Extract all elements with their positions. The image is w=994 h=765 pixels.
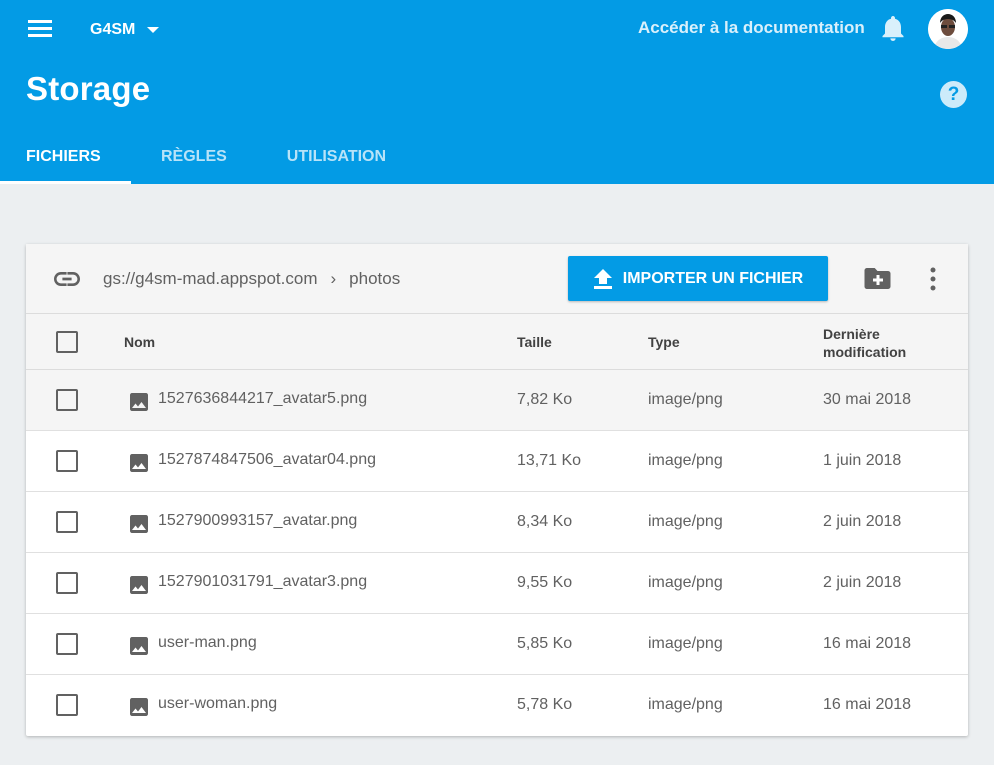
- menu-icon[interactable]: [26, 18, 56, 40]
- column-size[interactable]: Taille: [517, 334, 552, 350]
- image-icon: [130, 393, 148, 411]
- help-icon[interactable]: ?: [940, 81, 967, 108]
- file-modified: 2 juin 2018: [823, 574, 902, 591]
- tab-files[interactable]: FICHIERS: [0, 130, 131, 184]
- column-type[interactable]: Type: [648, 334, 680, 350]
- table-row[interactable]: 1527901031791_avatar3.png 9,55 Ko image/…: [26, 553, 968, 614]
- file-size: 5,78 Ko: [517, 696, 573, 713]
- project-name: G4SM: [90, 21, 136, 38]
- link-icon: [54, 272, 80, 286]
- image-icon: [130, 576, 148, 594]
- file-type: image/png: [648, 391, 723, 408]
- file-type: image/png: [648, 452, 723, 469]
- column-modified-line2: modification: [823, 344, 907, 360]
- file-type: image/png: [648, 696, 723, 713]
- file-name[interactable]: user-woman.png: [158, 695, 277, 713]
- image-icon: [130, 515, 148, 533]
- file-type: image/png: [648, 574, 723, 591]
- row-checkbox[interactable]: [56, 511, 78, 533]
- table-row[interactable]: user-man.png 5,85 Ko image/png 16 mai 20…: [26, 614, 968, 675]
- table-header: Nom Taille Type Dernière modification: [26, 314, 968, 370]
- documentation-link[interactable]: Accéder à la documentation: [638, 18, 865, 38]
- row-checkbox[interactable]: [56, 633, 78, 655]
- file-name[interactable]: 1527901031791_avatar3.png: [158, 573, 367, 591]
- column-name[interactable]: Nom: [124, 334, 155, 350]
- file-type: image/png: [648, 513, 723, 530]
- table-row[interactable]: 1527874847506_avatar04.png 13,71 Ko imag…: [26, 431, 968, 492]
- file-name[interactable]: 1527636844217_avatar5.png: [158, 390, 367, 408]
- column-modified[interactable]: Dernière modification: [823, 325, 906, 361]
- upload-file-button[interactable]: IMPORTER UN FICHIER: [568, 256, 828, 301]
- files-toolbar: gs://g4sm-mad.appspot.com › photos IMPOR…: [26, 244, 968, 314]
- upload-icon: [593, 268, 612, 289]
- file-name[interactable]: 1527900993157_avatar.png: [158, 512, 357, 530]
- row-checkbox[interactable]: [56, 389, 78, 411]
- image-icon: [130, 698, 148, 716]
- image-icon: [130, 637, 148, 655]
- column-modified-line1: Dernière: [823, 326, 880, 342]
- chevron-down-icon: [147, 27, 160, 33]
- row-checkbox[interactable]: [56, 450, 78, 472]
- chevron-right-icon: ›: [330, 269, 337, 288]
- file-name[interactable]: 1527874847506_avatar04.png: [158, 451, 376, 469]
- bell-icon[interactable]: [881, 16, 905, 42]
- file-modified: 16 mai 2018: [823, 696, 912, 713]
- avatar-image: [928, 9, 968, 49]
- file-modified: 1 juin 2018: [823, 452, 902, 469]
- file-name[interactable]: user-man.png: [158, 634, 257, 652]
- app-header: G4SM Accéder à la documentation Storage …: [0, 0, 994, 184]
- file-size: 5,85 Ko: [517, 635, 573, 652]
- table-row[interactable]: 1527636844217_avatar5.png 7,82 Ko image/…: [26, 370, 968, 431]
- table-row[interactable]: user-woman.png 5,78 Ko image/png 16 mai …: [26, 675, 968, 736]
- file-modified: 2 juin 2018: [823, 513, 902, 530]
- file-modified: 16 mai 2018: [823, 635, 912, 652]
- create-folder-icon[interactable]: [864, 266, 892, 292]
- file-type: image/png: [648, 635, 723, 652]
- file-modified: 30 mai 2018: [823, 391, 912, 408]
- file-size: 13,71 Ko: [517, 452, 582, 469]
- tab-bar: FICHIERS RÈGLES UTILISATION: [0, 130, 416, 184]
- breadcrumb-folder: photos: [349, 269, 401, 288]
- select-all-checkbox[interactable]: [56, 331, 78, 353]
- image-icon: [130, 454, 148, 472]
- table-row[interactable]: 1527900993157_avatar.png 8,34 Ko image/p…: [26, 492, 968, 553]
- file-size: 7,82 Ko: [517, 391, 573, 408]
- project-selector[interactable]: G4SM: [90, 18, 160, 42]
- breadcrumb-bucket[interactable]: gs://g4sm-mad.appspot.com: [103, 269, 317, 289]
- row-checkbox[interactable]: [56, 694, 78, 716]
- breadcrumb: gs://g4sm-mad.appspot.com › photos: [103, 269, 400, 289]
- more-vert-icon[interactable]: [924, 266, 942, 292]
- tab-rules[interactable]: RÈGLES: [131, 130, 257, 184]
- page-title: Storage: [26, 70, 151, 107]
- file-size: 8,34 Ko: [517, 513, 573, 530]
- files-card: gs://g4sm-mad.appspot.com › photos IMPOR…: [26, 244, 968, 736]
- upload-button-label: IMPORTER UN FICHIER: [622, 269, 804, 287]
- row-checkbox[interactable]: [56, 572, 78, 594]
- file-size: 9,55 Ko: [517, 574, 573, 591]
- tab-usage[interactable]: UTILISATION: [257, 130, 416, 184]
- user-avatar[interactable]: [928, 9, 968, 49]
